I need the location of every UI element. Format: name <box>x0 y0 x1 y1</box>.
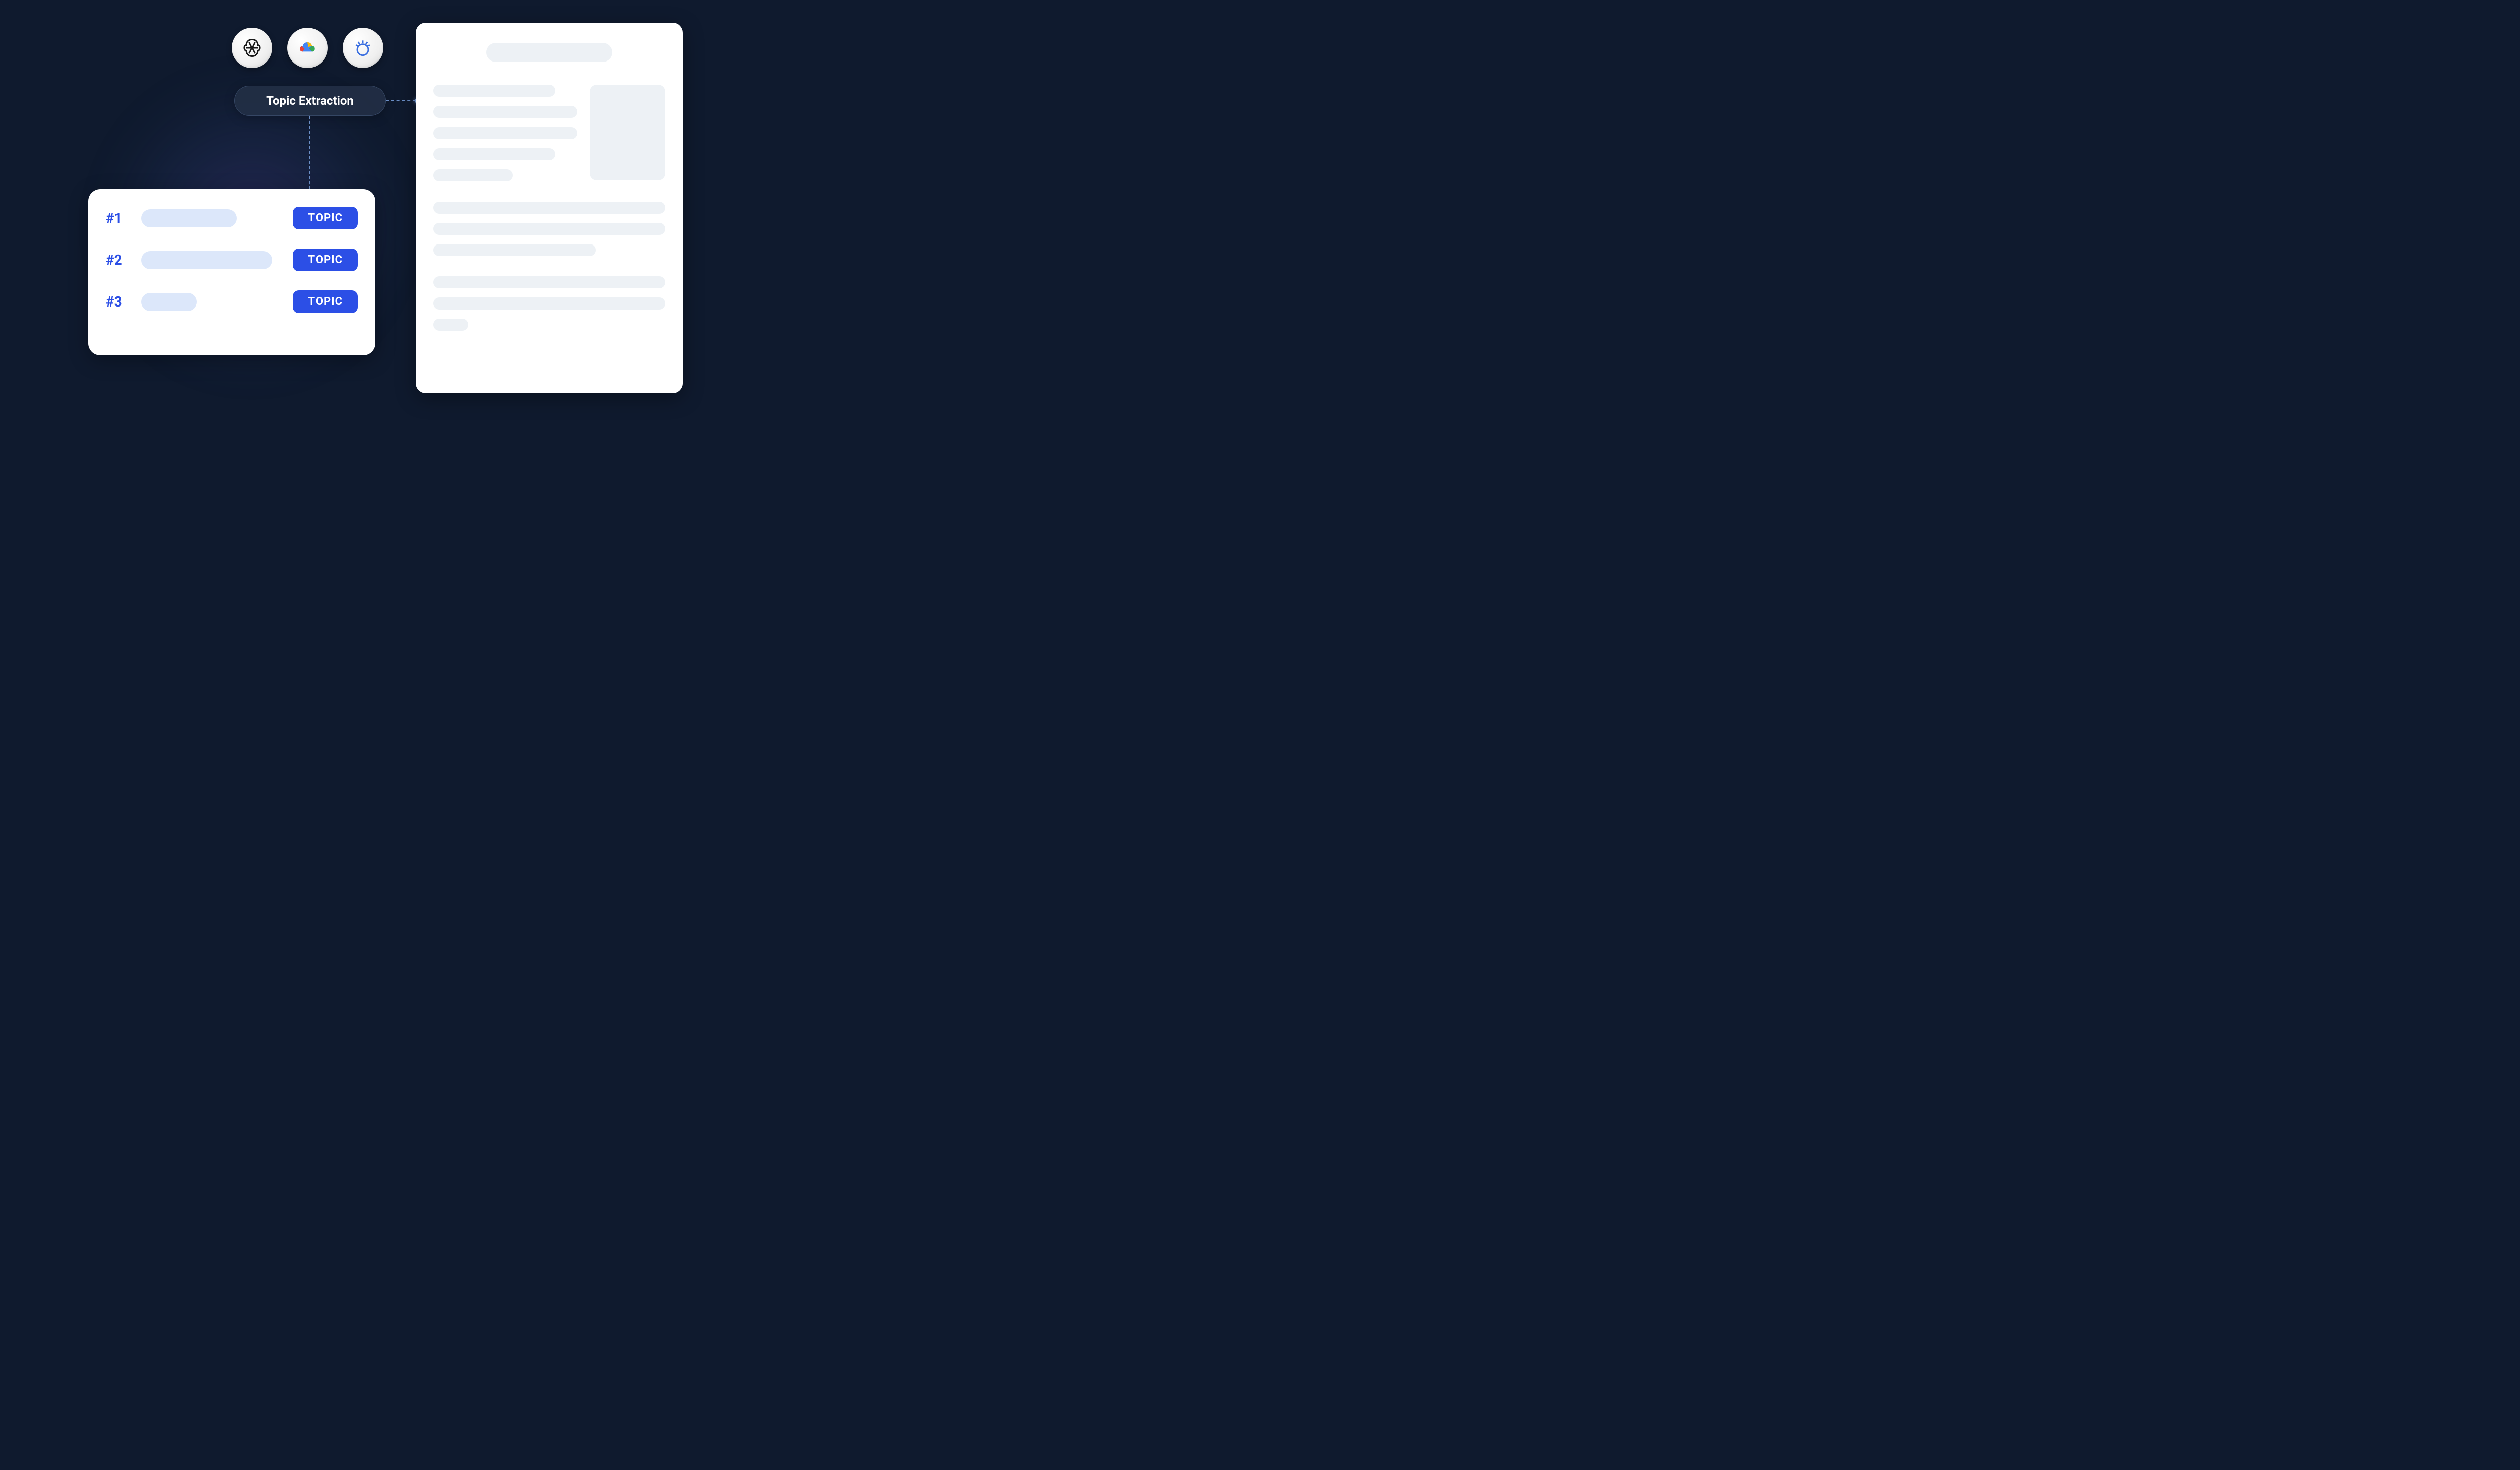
pill-label: Topic Extraction <box>266 94 354 108</box>
topics-card: #1 TOPIC #2 TOPIC #3 TOPIC <box>88 189 375 355</box>
connector-horizontal <box>386 100 416 101</box>
doc-line <box>433 297 665 310</box>
topic-bar <box>141 209 237 227</box>
topic-number: #2 <box>106 252 131 268</box>
topic-row: #2 TOPIC <box>106 249 358 271</box>
topic-row: #3 TOPIC <box>106 290 358 313</box>
doc-line <box>433 223 665 235</box>
ibm-watson-icon <box>343 28 383 68</box>
topic-bar <box>141 293 197 311</box>
doc-line <box>433 202 665 214</box>
topic-number: #1 <box>106 210 131 226</box>
topic-tag: TOPIC <box>293 290 358 313</box>
topic-extraction-pill: Topic Extraction <box>234 86 386 116</box>
doc-line <box>433 319 468 331</box>
doc-line <box>433 169 513 181</box>
topic-tag: TOPIC <box>293 207 358 229</box>
doc-line <box>433 148 555 160</box>
connector-vertical <box>309 116 310 189</box>
doc-line <box>433 127 577 139</box>
topic-row: #1 TOPIC <box>106 207 358 229</box>
doc-line <box>433 106 577 118</box>
topic-bar <box>141 251 272 269</box>
doc-line <box>433 276 665 288</box>
document-card <box>416 23 683 393</box>
topic-number: #3 <box>106 293 131 310</box>
doc-image-placeholder <box>590 85 665 180</box>
google-cloud-icon <box>287 28 328 68</box>
topic-tag: TOPIC <box>293 249 358 271</box>
doc-title-placeholder <box>486 43 612 62</box>
doc-line <box>433 244 596 256</box>
openai-icon <box>232 28 272 68</box>
doc-line <box>433 85 555 97</box>
provider-row <box>232 28 383 68</box>
